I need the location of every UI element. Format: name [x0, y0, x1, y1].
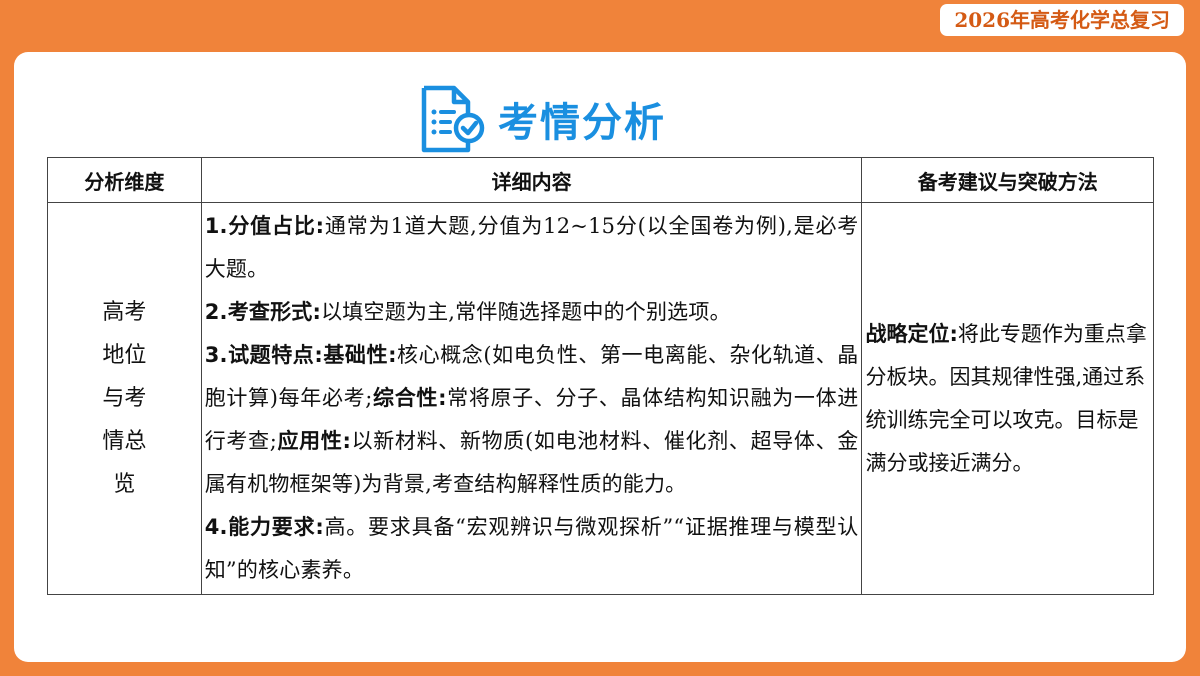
header-detail: 详细内容: [200, 157, 863, 203]
point-exam-format: 2.考查形式:以填空题为主,常伴随选择题中的个别选项。: [205, 291, 859, 334]
section-title: 考情分析: [498, 100, 666, 146]
analysis-table: 分析维度 详细内容 备考建议与突破方法 高考 地位 与考 情总 览 1.分值占比…: [47, 157, 1154, 595]
section-heading: 考情分析: [414, 82, 666, 156]
detail-cell: 1.分值占比:通常为1道大题,分值为12~15分(以全国卷为例),是必考大题。 …: [200, 202, 863, 595]
point-label: 1.分值占比:: [204, 214, 325, 238]
point-label: 2.考查形式:: [204, 300, 322, 324]
point-ability-requirement: 4.能力要求:高。要求具备“宏观辨识与微观探析”“证据推理与模型认知”的核心素养…: [205, 506, 859, 592]
table-row: 高考 地位 与考 情总 览 1.分值占比:通常为1道大题,分值为12~15分(以…: [47, 202, 1154, 595]
point-text: 以填空题为主,常伴随选择题中的个别选项。: [321, 300, 731, 324]
point-label: 3.试题特点:: [204, 343, 323, 367]
dimension-line: 览: [113, 472, 136, 497]
content-card: 考情分析 分析维度 详细内容 备考建议与突破方法 高考 地位 与考 情总 览 1…: [14, 52, 1186, 662]
top-bar: 2026年高考化学总复习: [0, 0, 1200, 52]
dimension-line: 与考: [102, 386, 147, 411]
advice-cell: 战略定位:将此专题作为重点拿分板块。因其规律性强,通过系统训练完全可以攻克。目标…: [861, 202, 1154, 595]
feature-label: 基础性:: [322, 343, 397, 367]
table-header-row: 分析维度 详细内容 备考建议与突破方法: [47, 157, 1154, 203]
dimension-line: 情总: [102, 429, 147, 454]
document-check-icon: [421, 85, 485, 153]
dimension-line: 高考: [102, 300, 147, 325]
header-dimension: 分析维度: [47, 157, 202, 203]
dimension-line: 地位: [102, 343, 147, 368]
feature-label: 综合性:: [372, 386, 447, 410]
header-advice: 备考建议与突破方法: [861, 157, 1154, 203]
point-label: 4.能力要求:: [204, 515, 324, 539]
feature-label: 应用性:: [277, 429, 352, 453]
dimension-cell: 高考 地位 与考 情总 览: [47, 202, 202, 595]
advice-label: 战略定位:: [865, 321, 958, 346]
course-tag: 2026年高考化学总复习: [940, 4, 1184, 36]
point-score-share: 1.分值占比:通常为1道大题,分值为12~15分(以全国卷为例),是必考大题。: [205, 205, 859, 291]
point-question-features: 3.试题特点:基础性:核心概念(如电负性、第一电离能、杂化轨道、晶胞计算)每年必…: [205, 334, 859, 506]
